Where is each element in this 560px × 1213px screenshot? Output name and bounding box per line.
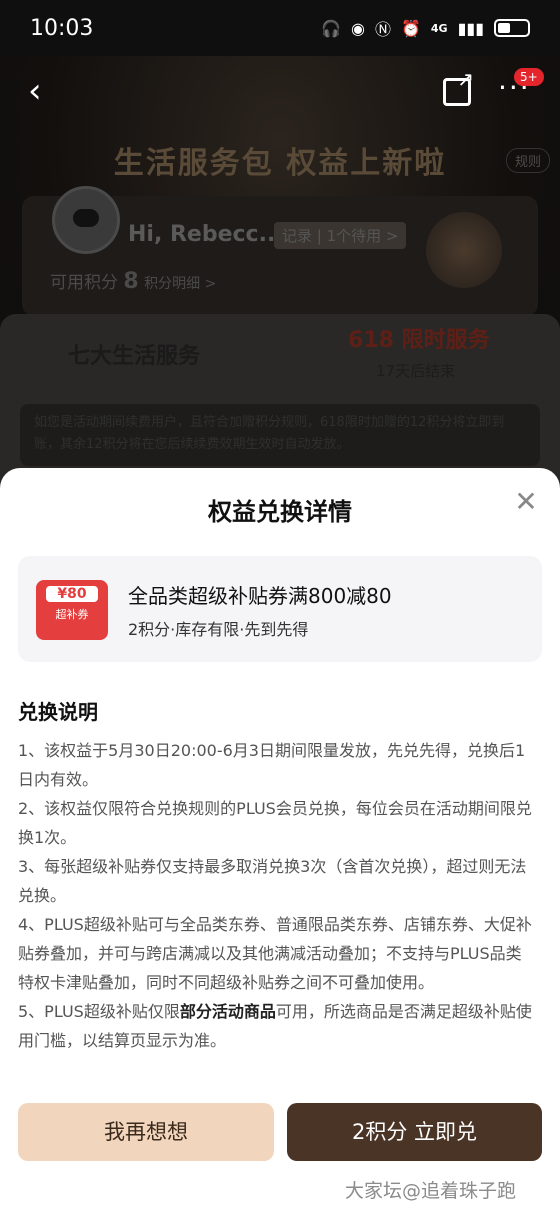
user-greeting: Hi, Rebecc... — [128, 222, 284, 247]
coupon-icon: ¥80 超补券 — [36, 580, 108, 640]
rule5-highlight[interactable]: 部分活动商品 — [180, 1002, 276, 1021]
think-again-button[interactable]: 我再想想 — [18, 1103, 274, 1161]
alarm-icon: ⏰ — [400, 18, 421, 38]
status-bar: 10:03 🎧 ◉ Ⓝ ⏰ 4G ▮▮▮ — [0, 0, 560, 56]
coupon-name: 全品类超级补贴券满800减80 — [128, 584, 392, 608]
avatar — [52, 186, 120, 254]
rule5-prefix: 5、PLUS超级补贴仅限 — [18, 1002, 180, 1021]
services-title: 七大生活服务 — [68, 344, 201, 369]
section-title: 兑换说明 — [18, 700, 98, 724]
top-nav: ‹ ··· 5+ — [0, 64, 560, 120]
share-icon[interactable] — [443, 67, 474, 106]
rule-item: 3、每张超级补贴券仅支持最多取消兑换3次（含首次兑换），超过则无法兑换。 — [18, 857, 527, 905]
nfc-icon: Ⓝ — [374, 20, 391, 39]
rules-list: 1、该权益于5月30日20:00-6月3日期间限量发放，先兑先得，兑换后1日内有… — [18, 736, 534, 1055]
crown-icon — [426, 212, 502, 288]
points-value: 8 — [123, 269, 139, 294]
headphone-icon: 🎧 — [321, 18, 341, 38]
hero-headline: 生活服务包 权益上新啦 — [113, 146, 447, 181]
record-button[interactable]: 记录 | 1个待用 > — [274, 222, 407, 249]
notification-badge: 5+ — [514, 68, 544, 86]
redeem-button[interactable]: 2积分 立即兑 — [287, 1103, 542, 1161]
points-detail-link[interactable]: 积分明细 > — [144, 276, 216, 292]
coupon-icon-amount: ¥80 — [46, 586, 98, 602]
eye-icon: ◉ — [350, 18, 365, 38]
coupon-icon-label: 超补券 — [55, 608, 89, 621]
battery-icon — [494, 19, 530, 37]
points-row: 可用积分 8 积分明细 > — [50, 268, 216, 294]
status-icons: 🎧 ◉ Ⓝ ⏰ 4G ▮▮▮ — [321, 16, 530, 40]
rule-item: 1、该权益于5月30日20:00-6月3日期间限量发放，先兑先得，兑换后1日内有… — [18, 741, 526, 789]
rules-link[interactable]: 规则 — [505, 148, 550, 173]
watermark: 大家坛@追着珠子跑 — [345, 1180, 517, 1202]
rule-item: 4、PLUS超级补贴可与全品类东券、普通限品类东券、店铺东券、大促补贴券叠加，并… — [18, 915, 532, 992]
coupon-meta: 2积分·库存有限·先到先得 — [128, 620, 309, 639]
services-note: 如您是活动期间续费用户，且符合加赠积分规则，618限时加赠的12积分将立即到账，… — [20, 404, 540, 466]
points-label: 可用积分 — [50, 273, 118, 293]
rule-item: 2、该权益仅限符合兑换规则的PLUS会员兑换，每位会员在活动期间限兑换1次。 — [18, 799, 532, 847]
rule-item: 5、PLUS超级补贴仅限部分活动商品可用，所选商品是否满足超级补贴使用门槛，以结… — [18, 997, 534, 1055]
modal-title: 权益兑换详情 — [208, 498, 352, 526]
status-time: 10:03 — [30, 15, 94, 41]
back-icon[interactable]: ‹ — [28, 74, 56, 108]
close-icon[interactable]: ✕ — [514, 488, 538, 516]
signal-icon: ▮▮▮ — [457, 18, 484, 38]
network-label: 4G — [430, 21, 448, 35]
promo-title: 618 限时服务 — [348, 328, 490, 353]
promo-ends: 17天后结束 — [376, 362, 456, 380]
